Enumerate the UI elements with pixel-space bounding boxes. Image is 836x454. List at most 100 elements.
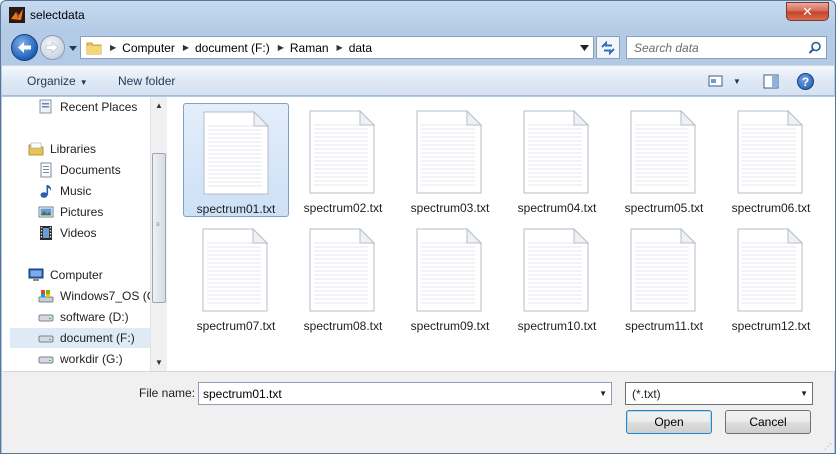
breadcrumb-separator[interactable]: ▶ (110, 43, 116, 52)
file-item[interactable]: spectrum08.txt (290, 221, 396, 335)
libraries-icon (28, 142, 44, 156)
text-file-icon (416, 227, 483, 312)
file-type-value: (*.txt) (632, 387, 661, 401)
chevron-down-icon[interactable]: ▼ (599, 389, 607, 398)
file-item[interactable]: spectrum01.txt (183, 103, 289, 217)
nav-item-software-drive[interactable]: software (D:) (38, 307, 150, 327)
open-button[interactable]: Open (626, 410, 712, 434)
command-toolbar: Organize ▼ New folder ▼ ? (2, 65, 834, 96)
nav-item-pictures[interactable]: Pictures (38, 202, 150, 222)
nav-item-workdir-drive[interactable]: workdir (G:) (38, 349, 150, 369)
text-file-icon (202, 227, 269, 312)
matlab-app-icon (9, 7, 25, 23)
file-item[interactable]: spectrum02.txt (290, 103, 396, 217)
file-name: spectrum07.txt (196, 319, 276, 333)
breadcrumb-document-drive[interactable]: document (F:) (195, 41, 270, 55)
window-title: selectdata (30, 8, 85, 22)
search-icon[interactable] (808, 41, 822, 55)
nav-item-videos[interactable]: Videos (38, 223, 150, 243)
forward-button[interactable] (40, 35, 65, 60)
file-item[interactable]: spectrum10.txt (504, 221, 610, 335)
file-item[interactable]: spectrum11.txt (611, 221, 717, 335)
nav-item-recent-places[interactable]: Recent Places (38, 97, 150, 117)
nav-item-label: Libraries (50, 142, 97, 156)
file-name: spectrum03.txt (410, 201, 490, 215)
pictures-icon (38, 206, 54, 218)
file-item[interactable]: spectrum06.txt (718, 103, 824, 217)
file-item[interactable]: spectrum03.txt (397, 103, 503, 217)
arrow-left-icon (18, 42, 31, 53)
organize-button[interactable]: Organize ▼ (27, 74, 88, 88)
file-item[interactable]: spectrum09.txt (397, 221, 503, 335)
resize-grip-icon[interactable]: ⋰ (824, 442, 832, 451)
back-button[interactable] (11, 34, 38, 61)
recent-pages-dropdown-icon[interactable] (68, 43, 78, 53)
file-item[interactable]: spectrum05.txt (611, 103, 717, 217)
chevron-down-icon[interactable]: ▼ (800, 389, 808, 398)
breadcrumb-separator[interactable]: ▶ (337, 43, 343, 52)
view-options-dropdown-icon[interactable]: ▼ (733, 77, 741, 86)
file-name: spectrum05.txt (624, 201, 704, 215)
dialog-footer: File name: ▼ (*.txt) ▼ Open Cancel ⋰ (2, 371, 834, 453)
file-item[interactable]: spectrum07.txt (183, 221, 289, 335)
scroll-up-arrow-icon[interactable]: ▲ (151, 97, 167, 114)
refresh-button[interactable] (596, 36, 620, 59)
breadcrumb-data[interactable]: data (349, 41, 372, 55)
file-type-select[interactable]: (*.txt) ▼ (625, 382, 813, 405)
computer-icon (28, 268, 44, 281)
file-name-input[interactable] (199, 383, 589, 404)
cancel-button[interactable]: Cancel (725, 410, 811, 434)
nav-item-document-drive[interactable]: document (F:) (10, 328, 150, 348)
address-row: ▶ Computer ▶ document (F:) ▶ Raman ▶ dat… (1, 31, 835, 63)
file-list-view: spectrum01.txt spectrum02.txt spectrum03.t… (167, 97, 835, 371)
file-name: spectrum01.txt (196, 202, 276, 216)
search-box[interactable] (626, 36, 827, 59)
text-file-icon (416, 109, 483, 194)
organize-label: Organize (27, 74, 76, 88)
file-name: spectrum02.txt (303, 201, 383, 215)
breadcrumb-computer[interactable]: Computer (122, 41, 175, 55)
nav-item-music[interactable]: Music (38, 181, 150, 201)
close-button[interactable]: ✕ (786, 2, 829, 21)
text-file-icon (523, 227, 590, 312)
breadcrumb-separator[interactable]: ▶ (183, 43, 189, 52)
nav-item-libraries[interactable]: Libraries (28, 139, 150, 159)
music-icon (40, 185, 52, 198)
nav-item-label: document (F:) (60, 331, 135, 345)
file-item[interactable]: spectrum12.txt (718, 221, 824, 335)
file-name: spectrum10.txt (517, 319, 597, 333)
change-view-icon[interactable] (708, 74, 724, 88)
file-name: spectrum09.txt (410, 319, 490, 333)
drive-icon (38, 335, 54, 343)
nav-item-windows7-os[interactable]: Windows7_OS (C:) (38, 286, 150, 306)
address-bar[interactable]: ▶ Computer ▶ document (F:) ▶ Raman ▶ dat… (80, 36, 594, 59)
file-item[interactable]: spectrum04.txt (504, 103, 610, 217)
file-name-label: File name: (139, 386, 196, 400)
drive-c-icon (38, 290, 54, 303)
nav-item-computer[interactable]: Computer (28, 265, 150, 285)
chevron-down-icon[interactable] (580, 44, 589, 52)
nav-item-documents[interactable]: Documents (38, 160, 150, 180)
new-folder-button[interactable]: New folder (118, 74, 175, 88)
search-input[interactable] (627, 37, 802, 58)
preview-pane-icon[interactable] (763, 74, 779, 89)
drive-icon (38, 356, 54, 364)
scrollbar-thumb[interactable]: ≡ (152, 153, 166, 303)
videos-icon (40, 226, 52, 240)
nav-item-label: Computer (50, 268, 103, 282)
text-file-icon (523, 109, 590, 194)
arrow-right-icon (45, 41, 59, 54)
grip-icon: ≡ (156, 222, 160, 228)
nav-item-label: Music (60, 184, 92, 198)
text-file-icon (203, 110, 270, 195)
file-name: spectrum08.txt (303, 319, 383, 333)
nav-item-label: software (D:) (60, 310, 129, 324)
file-name-combo[interactable]: ▼ (198, 382, 612, 405)
scroll-down-arrow-icon[interactable]: ▼ (151, 354, 167, 371)
breadcrumb-separator[interactable]: ▶ (278, 43, 284, 52)
navigation-pane: Recent Places Libraries Documents Music (2, 97, 150, 371)
help-button[interactable]: ? (797, 73, 814, 90)
title-bar[interactable]: selectdata ✕ (1, 1, 835, 29)
breadcrumb-raman[interactable]: Raman (290, 41, 329, 55)
nav-pane-scrollbar[interactable]: ▲ ≡ ▼ (150, 97, 167, 371)
